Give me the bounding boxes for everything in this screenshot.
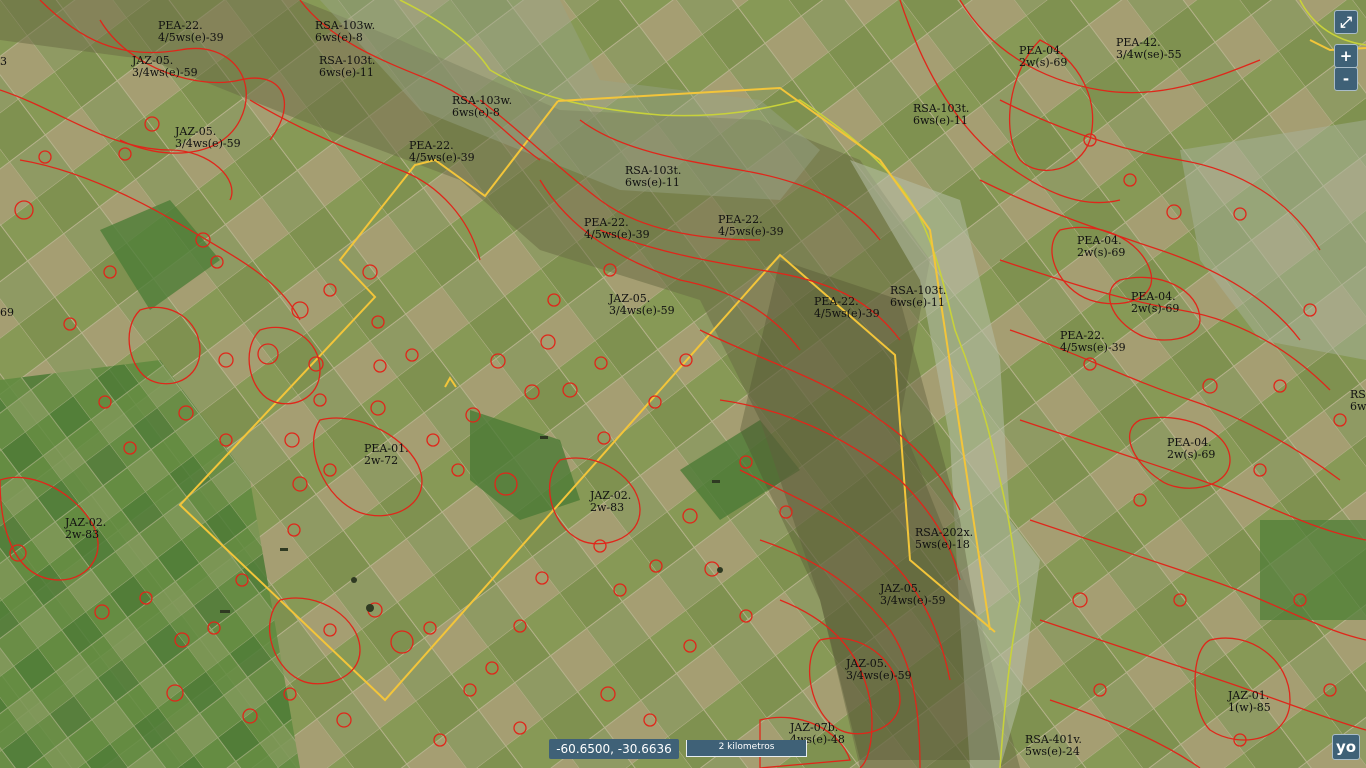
- soil-label: JAZ-05. 3/4ws(e)-59: [175, 125, 241, 150]
- soil-label: JAZ-02. 2w-83: [65, 516, 107, 541]
- soil-label: 3: [0, 55, 7, 68]
- fullscreen-button[interactable]: ⤢: [1334, 10, 1358, 34]
- scale-bar: 2 kilometros: [686, 740, 807, 757]
- soil-label: RSA-103w. 6ws(e)-8: [315, 19, 376, 44]
- soil-label: RSA-103t. 6ws(e)-11: [890, 284, 947, 309]
- plus-icon: +: [1339, 47, 1353, 65]
- soil-label: RSA-103w. 6ws(e)-8: [452, 94, 513, 119]
- soil-label: PEA-22. 4/5ws(e)-39: [1060, 329, 1126, 354]
- soil-label: PEA-01. 2w-72: [364, 442, 409, 467]
- soil-label: RSA-103t. 6ws(e)-11: [913, 102, 970, 127]
- minus-icon: -: [1342, 70, 1350, 88]
- soil-label: JAZ-05. 3/4ws(e)-59: [880, 582, 946, 607]
- soil-label: PEA-04. 2w(s)-69: [1131, 290, 1180, 315]
- coordinates-readout: -60.6500, -30.6636: [549, 739, 679, 759]
- soil-label: PEA-22. 4/5ws(e)-39: [814, 295, 880, 320]
- satellite-map[interactable]: [0, 0, 1366, 768]
- soil-label: 69: [0, 306, 14, 319]
- soil-label: PEA-04. 2w(s)-69: [1019, 44, 1068, 69]
- soil-label: PEA-22. 4/5ws(e)-39: [718, 213, 784, 238]
- zoom-out-button[interactable]: -: [1334, 67, 1358, 91]
- soil-label: PEA-42. 3/4w(se)-55: [1116, 36, 1182, 61]
- soil-label: JAZ-02. 2w-83: [590, 489, 632, 514]
- soil-label: JAZ-01. 1(w)-85: [1228, 689, 1271, 714]
- zoom-in-button[interactable]: +: [1334, 44, 1358, 68]
- soil-label: PEA-04. 2w(s)-69: [1167, 436, 1216, 461]
- fullscreen-icon: ⤢: [1339, 13, 1352, 31]
- logo-button[interactable]: yo: [1332, 734, 1360, 760]
- soil-label: RSA-103t. 6ws(e)-11: [625, 164, 682, 189]
- soil-label: RSA-202x. 5ws(e)-18: [915, 526, 974, 551]
- soil-label: JAZ-05. 3/4ws(e)-59: [609, 292, 675, 317]
- soil-label: RSA-401v. 5ws(e)-24: [1025, 733, 1082, 758]
- soil-label: JAZ-05. 3/4ws(e)-59: [846, 657, 912, 682]
- soil-label: RSA-103t. 6ws(e)-11: [319, 54, 376, 79]
- soil-label: JAZ-05. 3/4ws(e)-59: [132, 54, 198, 79]
- soil-label: PEA-22. 4/5ws(e)-39: [409, 139, 475, 164]
- soil-label: PEA-22. 4/5ws(e)-39: [158, 19, 224, 44]
- soil-label: PEA-22. 4/5ws(e)-39: [584, 216, 650, 241]
- soil-label: RS 6w: [1350, 388, 1366, 413]
- soil-label: PEA-04. 2w(s)-69: [1077, 234, 1126, 259]
